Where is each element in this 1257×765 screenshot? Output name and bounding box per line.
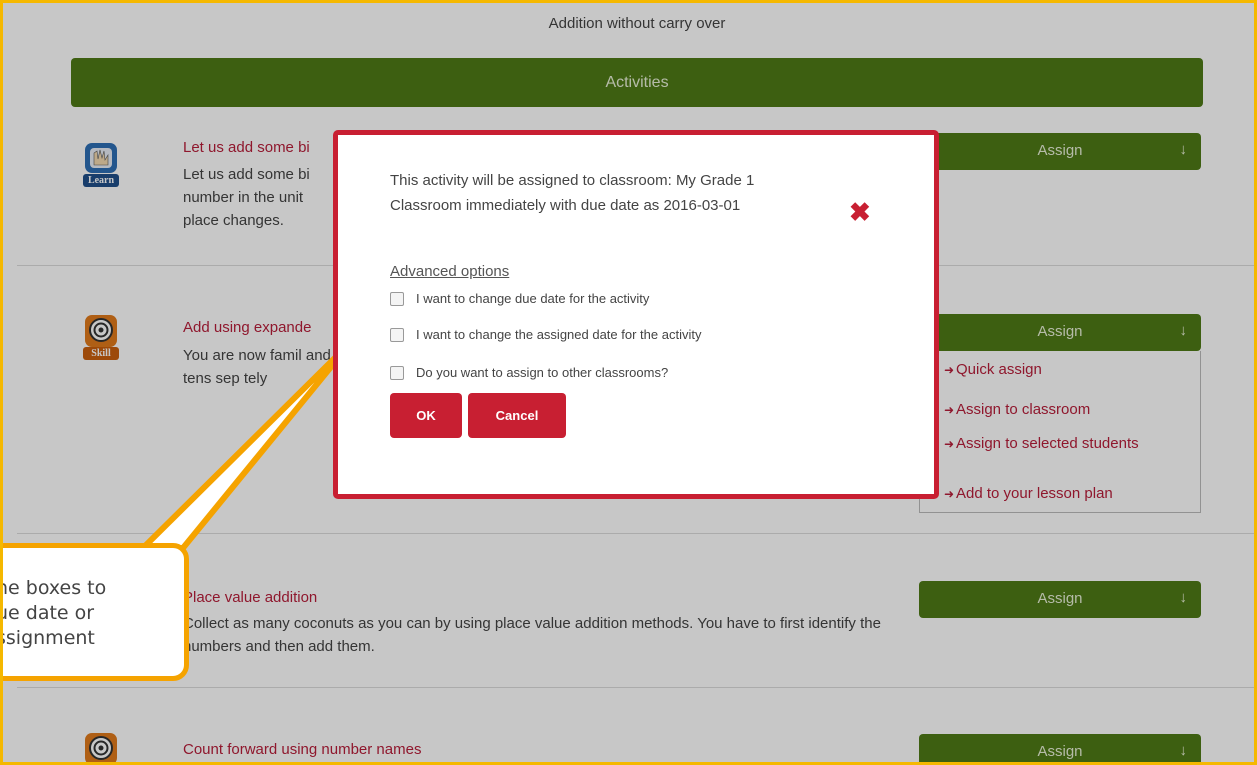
checkbox[interactable] [390,327,404,342]
checkbox[interactable] [390,291,404,306]
callout-line: ue date or [0,602,95,624]
advanced-options-link[interactable]: Advanced options [390,263,509,280]
option-label: Do you want to assign to other classroom… [416,365,669,380]
assign-confirm-dialog: This activity will be assigned to classr… [333,130,939,499]
callout-text: he boxes to ue date or ssignment [0,576,107,651]
change-due-date-option[interactable]: I want to change due date for the activi… [390,291,649,306]
option-label: I want to change due date for the activi… [416,291,650,306]
callout-line: ssignment [0,627,95,649]
option-label: I want to change the assigned date for t… [416,327,702,342]
screenshot-frame: Addition without carry over Activities L… [0,0,1257,765]
close-icon[interactable]: ✖ [849,197,871,228]
dialog-message: This activity will be assigned to classr… [390,172,755,214]
checkbox[interactable] [390,365,404,380]
callout-line: he boxes to [0,577,107,599]
assign-other-classrooms-option[interactable]: Do you want to assign to other classroom… [390,365,668,380]
change-assigned-date-option[interactable]: I want to change the assigned date for t… [390,327,701,342]
ok-button[interactable]: OK [390,393,462,438]
callout-box: he boxes to ue date or ssignment [0,543,189,681]
cancel-button[interactable]: Cancel [468,393,566,438]
